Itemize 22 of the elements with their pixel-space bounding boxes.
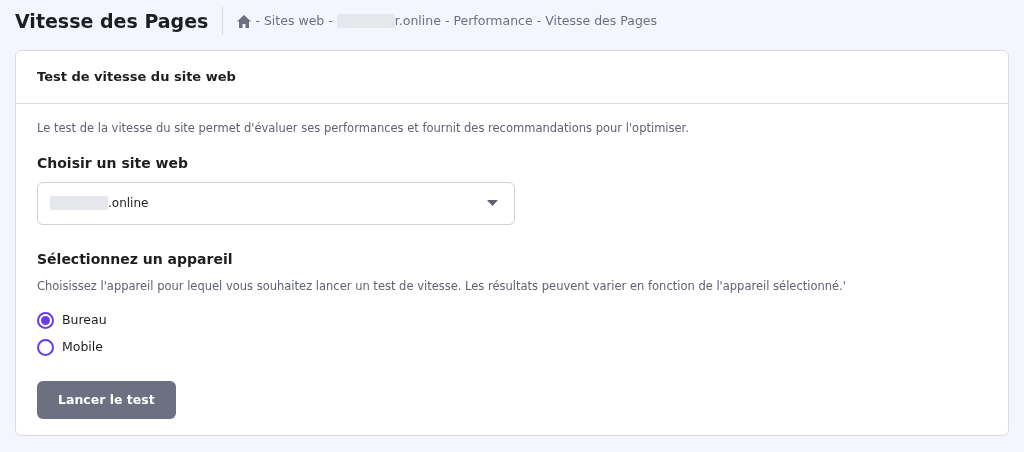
radio-label[interactable]: Mobile (62, 337, 103, 357)
intro-text: Le test de la vitesse du site permet d'évaluer ses performances et fournit des recommandations pour l'optimiser. (37, 119, 690, 137)
page-title: Vitesse des Pages (15, 8, 209, 34)
breadcrumb-link[interactable]: Vitesse des Pages (545, 11, 658, 31)
home-icon[interactable] (237, 14, 252, 28)
separator: - (444, 11, 450, 30)
separator: - (328, 11, 333, 30)
breadcrumb-link[interactable]: Sites web (263, 11, 325, 31)
redaction-mark (50, 196, 108, 211)
section-label: Sélectionnez un appareil (37, 249, 234, 269)
radio-button[interactable] (37, 311, 54, 329)
separator: - (255, 11, 260, 30)
breadcrumb-link[interactable]: r.online (394, 11, 441, 31)
help-text: Choisissez l'appareil pour lequel vous souhaitez lancer un test de vitesse. Les résultats peuvent varier en fonction de l'appareil sélectionné.' (37, 277, 847, 295)
radio-label[interactable]: Bureau (62, 311, 107, 330)
site-select[interactable]: .online (37, 181, 515, 225)
caret-icon (487, 200, 498, 207)
section-label: Choisir un site web (37, 153, 190, 173)
separator: - (536, 11, 542, 30)
breadcrumb-link[interactable]: Performance (453, 11, 533, 31)
radio-button[interactable] (37, 338, 54, 356)
card-title: Test de vitesse du site web (16, 51, 1008, 104)
